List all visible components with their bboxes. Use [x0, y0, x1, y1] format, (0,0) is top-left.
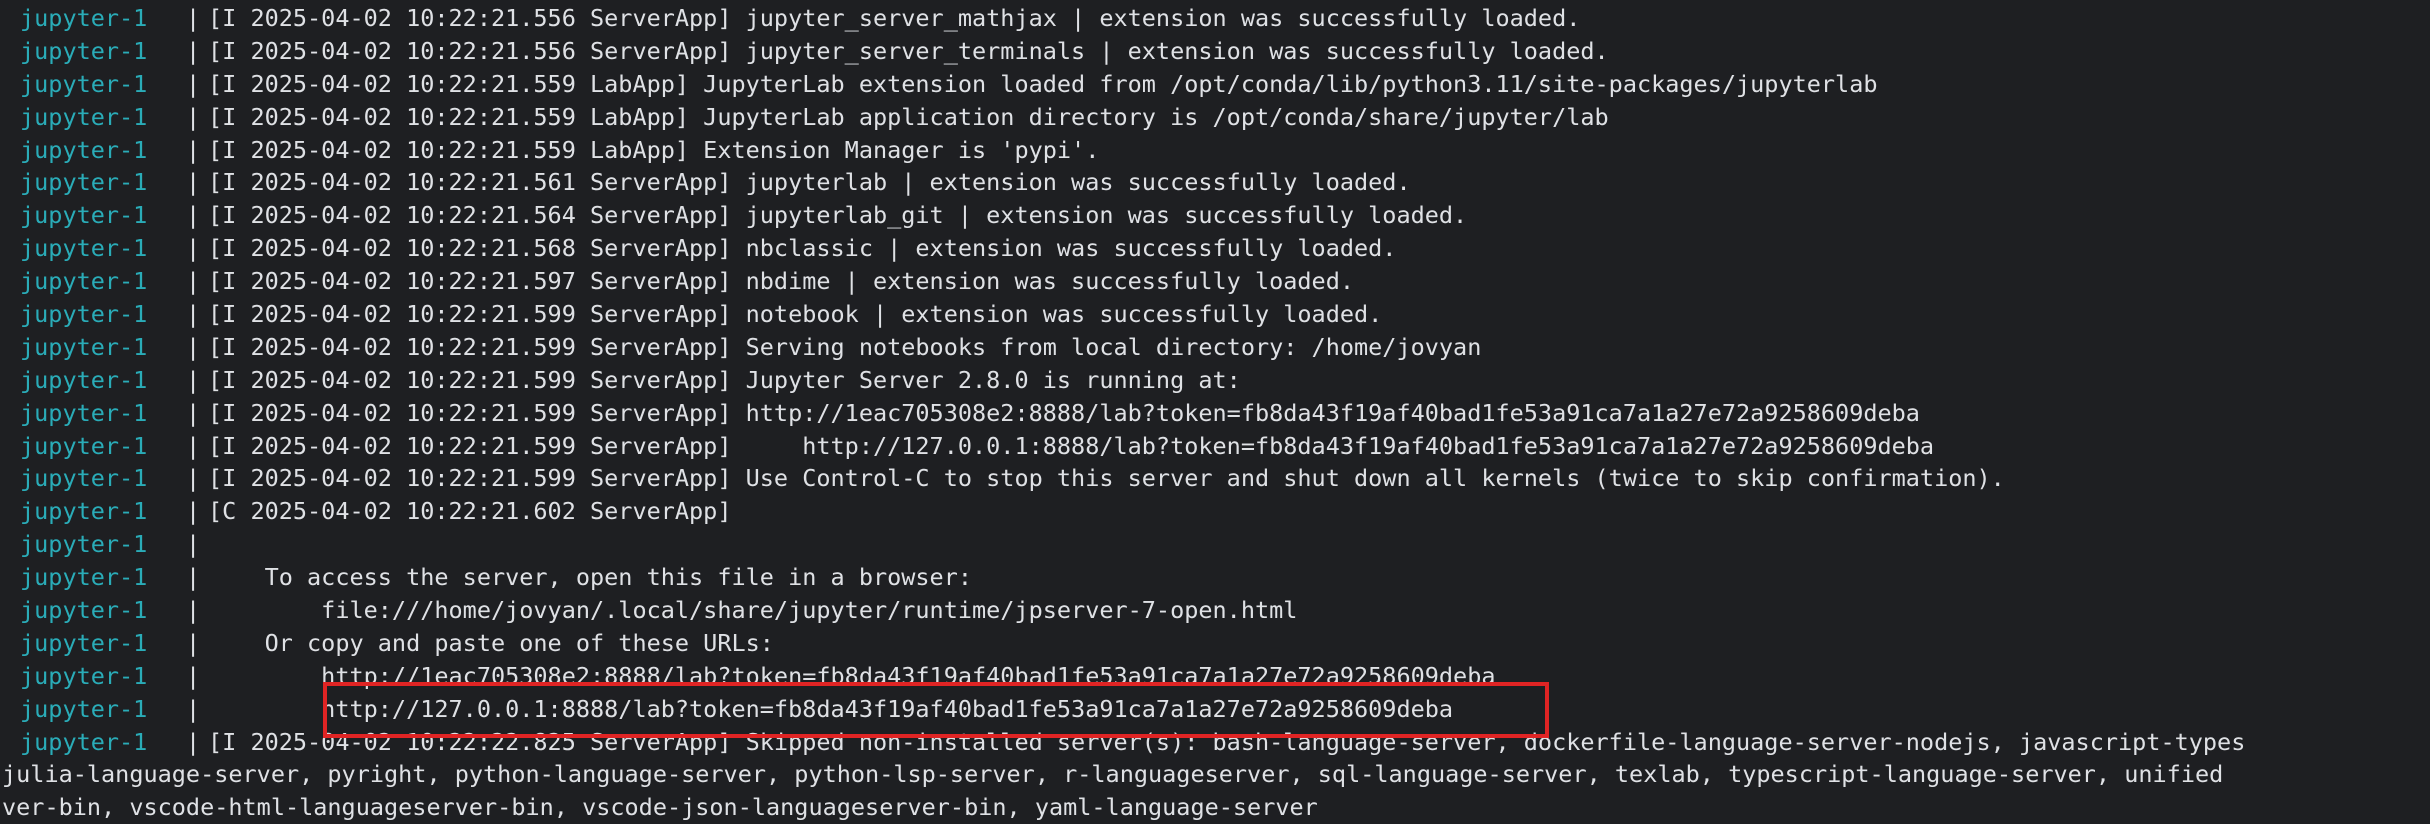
terminal-line: jupyter-1 | [I 2025-04-02 10:22:21.599 Ser…: [0, 397, 2430, 430]
terminal-line: jupyter-1 | Or copy and paste one of thes…: [0, 627, 2430, 660]
terminal-line: jupyter-1 | [I 2025-04-02 10:22:21.599 Ser…: [0, 430, 2430, 463]
separator-bar: |: [186, 398, 201, 427]
terminal-line: ver-bin, vscode-html-languageserver-bin,…: [0, 791, 2430, 824]
separator-bar: |: [186, 69, 201, 98]
container-prefix: jupyter-1: [20, 69, 148, 98]
log-message: To access the server, open this file in …: [208, 563, 973, 592]
container-prefix: jupyter-1: [20, 4, 148, 32]
terminal-line: jupyter-1 | [I 2025-04-02 10:22:21.559 Lab…: [0, 101, 2430, 134]
terminal-line: jupyter-1 | [I 2025-04-02 10:22:21.556 Ser…: [0, 2, 2430, 35]
container-prefix: jupyter-1: [20, 628, 148, 657]
container-prefix: jupyter-1: [20, 365, 148, 394]
log-message: julia-language-server, pyright, python-l…: [2, 760, 2224, 789]
container-prefix: jupyter-1: [20, 431, 148, 460]
log-message: [I 2025-04-02 10:22:22.825 ServerApp] Sk…: [208, 727, 2246, 756]
log-message: [I 2025-04-02 10:22:21.599 ServerApp] Se…: [208, 332, 1482, 361]
container-prefix: jupyter-1: [20, 694, 148, 723]
terminal-line: jupyter-1 | http://127.0.0.1:8888/lab?tok…: [0, 693, 2430, 726]
container-prefix: jupyter-1: [20, 135, 148, 164]
log-message: [I 2025-04-02 10:22:21.564 ServerApp] ju…: [208, 201, 1468, 230]
log-message: ver-bin, vscode-html-languageserver-bin,…: [2, 793, 1318, 822]
separator-bar: |: [186, 464, 201, 493]
log-message: [C 2025-04-02 10:22:21.602 ServerApp]: [208, 497, 732, 526]
container-prefix: jupyter-1: [20, 464, 148, 493]
log-message: [I 2025-04-02 10:22:21.559 LabApp] Jupyt…: [208, 102, 1609, 131]
container-prefix: jupyter-1: [20, 661, 148, 690]
container-prefix: jupyter-1: [20, 332, 148, 361]
separator-bar: |: [186, 332, 201, 361]
log-message: [I 2025-04-02 10:22:21.568 ServerApp] nb…: [208, 234, 1397, 263]
log-message: [I 2025-04-02 10:22:21.556 ServerApp] ju…: [208, 36, 1609, 65]
terminal-line: jupyter-1 | [I 2025-04-02 10:22:21.597 Ser…: [0, 265, 2430, 298]
terminal-line: jupyter-1 | To access the server, open th…: [0, 561, 2430, 594]
container-prefix: jupyter-1: [20, 102, 148, 131]
terminal-line: jupyter-1 | [I 2025-04-02 10:22:21.559 Lab…: [0, 134, 2430, 167]
log-message: [I 2025-04-02 10:22:21.556 ServerApp] ju…: [208, 4, 1581, 32]
separator-bar: |: [186, 135, 201, 164]
separator-bar: |: [186, 431, 201, 460]
separator-bar: |: [186, 201, 201, 230]
terminal-output[interactable]: jupyter-1 | [I 2025-04-02 10:22:21.556 Ser…: [0, 2, 2430, 823]
terminal-line: jupyter-1 | [I 2025-04-02 10:22:22.825 Ser…: [0, 726, 2430, 759]
terminal-line: jupyter-1 |: [0, 528, 2430, 561]
log-message: [I 2025-04-02 10:22:21.561 ServerApp] ju…: [208, 168, 1411, 197]
container-prefix: jupyter-1: [20, 727, 148, 756]
container-prefix: jupyter-1: [20, 36, 148, 65]
container-prefix: jupyter-1: [20, 234, 148, 263]
container-prefix: jupyter-1: [20, 596, 148, 625]
log-message: [I 2025-04-02 10:22:21.599 ServerApp] ht…: [208, 431, 1935, 460]
log-message: [I 2025-04-02 10:22:21.599 ServerApp] Us…: [208, 464, 2005, 493]
terminal-line: jupyter-1 | http://1eac705308e2:8888/lab?…: [0, 660, 2430, 693]
separator-bar: |: [186, 234, 201, 263]
container-prefix: jupyter-1: [20, 300, 148, 329]
separator-bar: |: [186, 661, 201, 690]
terminal-line: jupyter-1 | [I 2025-04-02 10:22:21.599 Ser…: [0, 298, 2430, 331]
separator-bar: |: [186, 596, 201, 625]
log-message: [I 2025-04-02 10:22:21.599 ServerApp] Ju…: [208, 365, 1241, 394]
log-message: file:///home/jovyan/.local/share/jupyter…: [208, 596, 1298, 625]
separator-bar: |: [186, 300, 201, 329]
log-message: [I 2025-04-02 10:22:21.599 ServerApp] ht…: [208, 398, 1920, 427]
separator-bar: |: [186, 4, 201, 32]
log-message: [I 2025-04-02 10:22:21.559 LabApp] Jupyt…: [208, 69, 1878, 98]
container-prefix: jupyter-1: [20, 530, 148, 559]
separator-bar: |: [186, 497, 201, 526]
separator-bar: |: [186, 628, 201, 657]
separator-bar: |: [186, 102, 201, 131]
container-prefix: jupyter-1: [20, 201, 148, 230]
terminal-line: julia-language-server, pyright, python-l…: [0, 758, 2430, 791]
terminal-line: jupyter-1 | [I 2025-04-02 10:22:21.599 Ser…: [0, 331, 2430, 364]
terminal-line: jupyter-1 | [I 2025-04-02 10:22:21.599 Ser…: [0, 364, 2430, 397]
separator-bar: |: [186, 694, 201, 723]
terminal-line: jupyter-1 | [I 2025-04-02 10:22:21.556 Ser…: [0, 35, 2430, 68]
container-prefix: jupyter-1: [20, 398, 148, 427]
terminal-line: jupyter-1 | [I 2025-04-02 10:22:21.599 Ser…: [0, 462, 2430, 495]
separator-bar: |: [186, 530, 201, 559]
log-message: http://1eac705308e2:8888/lab?token=fb8da…: [208, 661, 1496, 690]
terminal-line: jupyter-1 | [I 2025-04-02 10:22:21.564 Ser…: [0, 199, 2430, 232]
log-message: [I 2025-04-02 10:22:21.559 LabApp] Exten…: [208, 135, 1100, 164]
container-prefix: jupyter-1: [20, 563, 148, 592]
terminal-line: jupyter-1 | [C 2025-04-02 10:22:21.602 Ser…: [0, 495, 2430, 528]
separator-bar: |: [186, 563, 201, 592]
log-message: Or copy and paste one of these URLs:: [208, 628, 774, 657]
log-message: [I 2025-04-02 10:22:21.597 ServerApp] nb…: [208, 267, 1355, 296]
container-prefix: jupyter-1: [20, 168, 148, 197]
container-prefix: jupyter-1: [20, 497, 148, 526]
separator-bar: |: [186, 365, 201, 394]
terminal-line: jupyter-1 | file:///home/jovyan/.local/sh…: [0, 594, 2430, 627]
terminal-line: jupyter-1 | [I 2025-04-02 10:22:21.561 Ser…: [0, 166, 2430, 199]
log-message: [I 2025-04-02 10:22:21.599 ServerApp] no…: [208, 300, 1383, 329]
separator-bar: |: [186, 267, 201, 296]
separator-bar: |: [186, 727, 201, 756]
separator-bar: |: [186, 36, 201, 65]
terminal-line: jupyter-1 | [I 2025-04-02 10:22:21.559 Lab…: [0, 68, 2430, 101]
container-prefix: jupyter-1: [20, 267, 148, 296]
separator-bar: |: [186, 168, 201, 197]
log-message: http://127.0.0.1:8888/lab?token=fb8da43f…: [208, 694, 1454, 723]
terminal-line: jupyter-1 | [I 2025-04-02 10:22:21.568 Ser…: [0, 232, 2430, 265]
